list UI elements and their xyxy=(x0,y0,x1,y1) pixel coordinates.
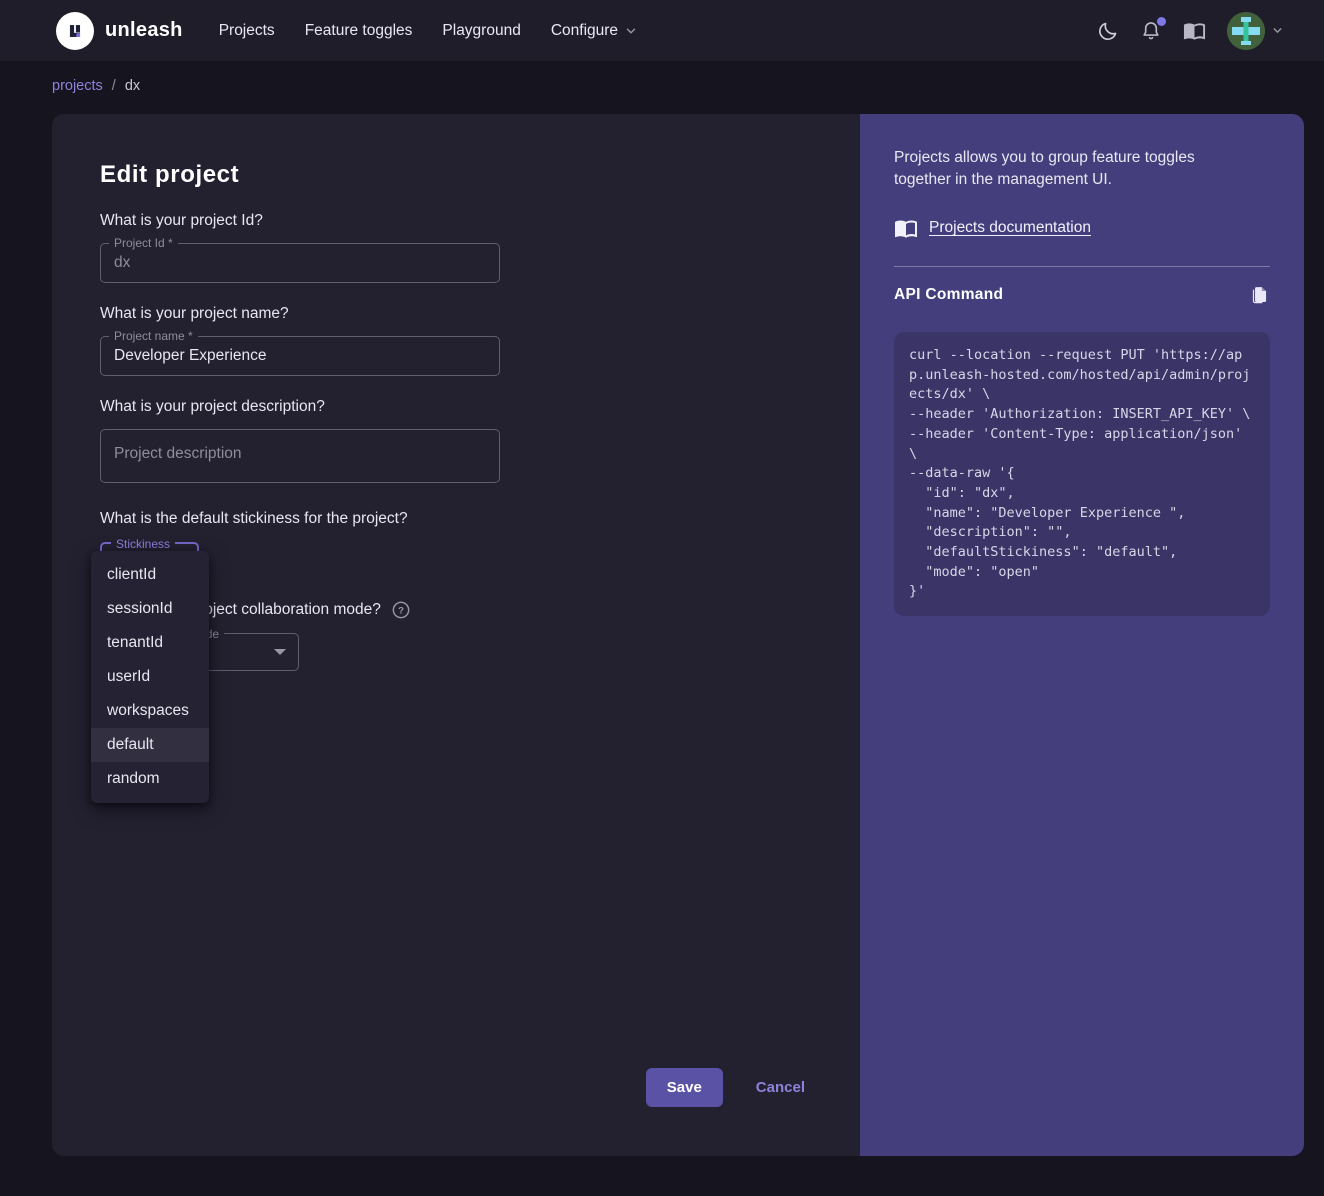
nav-playground[interactable]: Playground xyxy=(442,22,520,40)
documentation-button[interactable] xyxy=(1183,19,1206,42)
project-description-input[interactable] xyxy=(100,429,500,483)
help-icon[interactable]: ? xyxy=(391,600,411,620)
breadcrumb-separator: / xyxy=(112,78,116,94)
unleash-logo[interactable]: unleash xyxy=(56,12,183,50)
chevron-down-icon xyxy=(624,24,638,38)
stickiness-option-random[interactable]: random xyxy=(91,762,209,796)
api-command-title: API Command xyxy=(894,286,1003,304)
api-command-header: API Command xyxy=(894,284,1270,305)
stickiness-option-clientid[interactable]: clientId xyxy=(91,558,209,592)
caret-down-icon xyxy=(274,649,286,655)
stickiness-option-userid[interactable]: userId xyxy=(91,660,209,694)
project-name-field-wrap: Project name * xyxy=(100,336,500,376)
stickiness-option-sessionid[interactable]: sessionId xyxy=(91,592,209,626)
page-title: Edit project xyxy=(100,160,860,190)
api-command-code[interactable]: curl --location --request PUT 'https://a… xyxy=(894,332,1270,616)
project-id-field-label: Project Id * xyxy=(109,236,178,250)
project-name-question: What is your project name? xyxy=(100,304,860,324)
cancel-button[interactable]: Cancel xyxy=(756,1079,805,1096)
nav-feature-toggles[interactable]: Feature toggles xyxy=(305,22,413,40)
stickiness-option-default[interactable]: default xyxy=(91,728,209,762)
top-navbar: unleash Projects Feature toggles Playgro… xyxy=(0,0,1324,61)
projects-documentation-link-row[interactable]: Projects documentation xyxy=(894,216,1270,240)
nav-configure[interactable]: Configure xyxy=(551,22,638,40)
copy-icon xyxy=(1249,284,1270,305)
project-id-question: What is your project Id? xyxy=(100,211,860,231)
project-name-field-label: Project name * xyxy=(109,329,198,343)
edit-project-form: Edit project What is your project Id? Pr… xyxy=(52,114,860,1156)
projects-documentation-link[interactable]: Projects documentation xyxy=(929,219,1091,237)
sidebar-divider xyxy=(894,266,1270,267)
breadcrumb-current: dx xyxy=(125,78,140,94)
project-description-question: What is your project description? xyxy=(100,397,860,417)
nav-projects[interactable]: Projects xyxy=(219,22,275,40)
brand-name: unleash xyxy=(105,19,183,42)
notification-dot xyxy=(1157,17,1166,26)
stickiness-option-workspaces[interactable]: workspaces xyxy=(91,694,209,728)
breadcrumb: projects / dx xyxy=(52,78,140,94)
main-nav: Projects Feature toggles Playground Conf… xyxy=(219,22,638,40)
notifications-button[interactable] xyxy=(1140,20,1162,42)
svg-text:?: ? xyxy=(398,606,404,617)
save-button[interactable]: Save xyxy=(646,1068,723,1107)
unleash-logo-icon xyxy=(56,12,94,50)
collaboration-question-row: What is your project collaboration mode?… xyxy=(100,600,860,620)
book-icon xyxy=(1183,19,1206,42)
sidebar-intro-text: Projects allows you to group feature tog… xyxy=(894,147,1246,191)
breadcrumb-projects-link[interactable]: projects xyxy=(52,78,103,94)
help-sidebar: Projects allows you to group feature tog… xyxy=(860,114,1304,1156)
copy-command-button[interactable] xyxy=(1249,284,1270,305)
project-description-field-wrap xyxy=(100,429,500,488)
stickiness-dropdown-menu: clientId sessionId tenantId userId works… xyxy=(91,551,209,803)
book-icon xyxy=(894,216,918,240)
navbar-actions xyxy=(1097,12,1284,50)
avatar xyxy=(1227,12,1265,50)
moon-icon xyxy=(1097,20,1119,42)
form-actions: Save Cancel xyxy=(646,1068,805,1107)
project-id-field-wrap: Project Id * xyxy=(100,243,500,283)
user-menu-button[interactable] xyxy=(1227,12,1284,50)
stickiness-question: What is the default stickiness for the p… xyxy=(100,509,860,529)
stickiness-select-label: Stickiness xyxy=(111,537,175,551)
stickiness-option-tenantid[interactable]: tenantId xyxy=(91,626,209,660)
theme-toggle-button[interactable] xyxy=(1097,20,1119,42)
chevron-down-icon xyxy=(1271,24,1284,37)
edit-project-card: Edit project What is your project Id? Pr… xyxy=(52,114,1304,1156)
